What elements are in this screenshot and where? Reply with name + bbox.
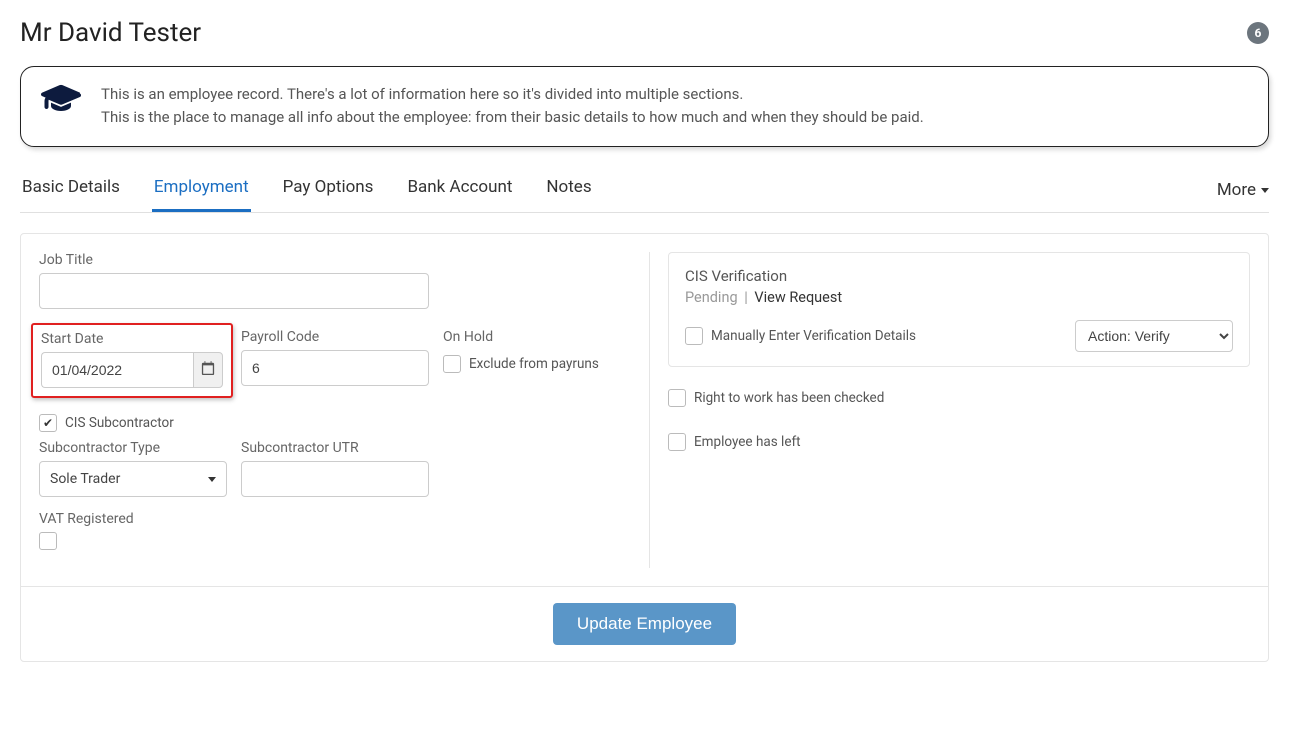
- info-text: This is an employee record. There's a lo…: [101, 83, 924, 130]
- subcontractor-type-value: Sole Trader: [50, 471, 120, 487]
- cis-status: Pending: [685, 289, 738, 306]
- tabs: Basic Details Employment Pay Options Ban…: [20, 169, 1269, 213]
- calendar-icon: [201, 361, 215, 378]
- subcontractor-utr-input[interactable]: [241, 461, 429, 497]
- tab-more-label: More: [1217, 180, 1256, 200]
- divider: |: [744, 289, 748, 306]
- tab-employment[interactable]: Employment: [152, 169, 251, 212]
- tab-pay-options[interactable]: Pay Options: [281, 169, 376, 212]
- start-date-label: Start Date: [41, 331, 223, 347]
- right-to-work-checkbox[interactable]: [668, 389, 686, 407]
- graduation-cap-icon: [41, 83, 81, 119]
- subcontractor-type-label: Subcontractor Type: [39, 440, 227, 456]
- job-title-input[interactable]: [39, 273, 429, 309]
- start-date-input[interactable]: [41, 352, 193, 388]
- employee-left-label: Employee has left: [694, 434, 801, 450]
- job-title-label: Job Title: [39, 252, 631, 268]
- tab-bank-account[interactable]: Bank Account: [405, 169, 514, 212]
- subcontractor-utr-label: Subcontractor UTR: [241, 440, 429, 456]
- notification-badge[interactable]: 6: [1247, 22, 1269, 44]
- info-panel: This is an employee record. There's a lo…: [20, 66, 1269, 147]
- vat-registered-label: VAT Registered: [39, 511, 631, 527]
- info-line-1: This is an employee record. There's a lo…: [101, 83, 924, 106]
- tab-more-dropdown[interactable]: More: [1217, 180, 1269, 212]
- info-line-2: This is the place to manage all info abo…: [101, 106, 924, 129]
- exclude-payruns-label: Exclude from payruns: [469, 356, 599, 372]
- cis-subcontractor-checkbox[interactable]: [39, 414, 57, 432]
- view-request-link[interactable]: View Request: [754, 289, 842, 306]
- on-hold-label: On Hold: [443, 329, 631, 345]
- calendar-button[interactable]: [193, 352, 223, 388]
- employee-left-checkbox[interactable]: [668, 433, 686, 451]
- caret-down-icon: [1261, 188, 1269, 193]
- start-date-highlight: Start Date: [31, 323, 233, 398]
- cis-subcontractor-label: CIS Subcontractor: [65, 415, 174, 431]
- payroll-code-label: Payroll Code: [241, 329, 429, 345]
- cis-verification-title: CIS Verification: [685, 267, 1233, 285]
- page-title: Mr David Tester: [20, 18, 201, 48]
- manual-verification-label: Manually Enter Verification Details: [711, 328, 916, 344]
- update-employee-button[interactable]: Update Employee: [553, 603, 736, 645]
- form-panel: Job Title Start Date: [20, 233, 1269, 662]
- tab-notes[interactable]: Notes: [544, 169, 593, 212]
- tab-basic-details[interactable]: Basic Details: [20, 169, 122, 212]
- caret-down-icon: [208, 477, 216, 482]
- cis-action-select[interactable]: Action: Verify: [1075, 320, 1233, 352]
- cis-verification-panel: CIS Verification Pending | View Request …: [668, 252, 1250, 367]
- vat-registered-checkbox[interactable]: [39, 532, 57, 550]
- right-to-work-label: Right to work has been checked: [694, 390, 884, 406]
- payroll-code-input[interactable]: [241, 350, 429, 386]
- exclude-payruns-checkbox[interactable]: [443, 355, 461, 373]
- manual-verification-checkbox[interactable]: [685, 327, 703, 345]
- subcontractor-type-select[interactable]: Sole Trader: [39, 461, 227, 497]
